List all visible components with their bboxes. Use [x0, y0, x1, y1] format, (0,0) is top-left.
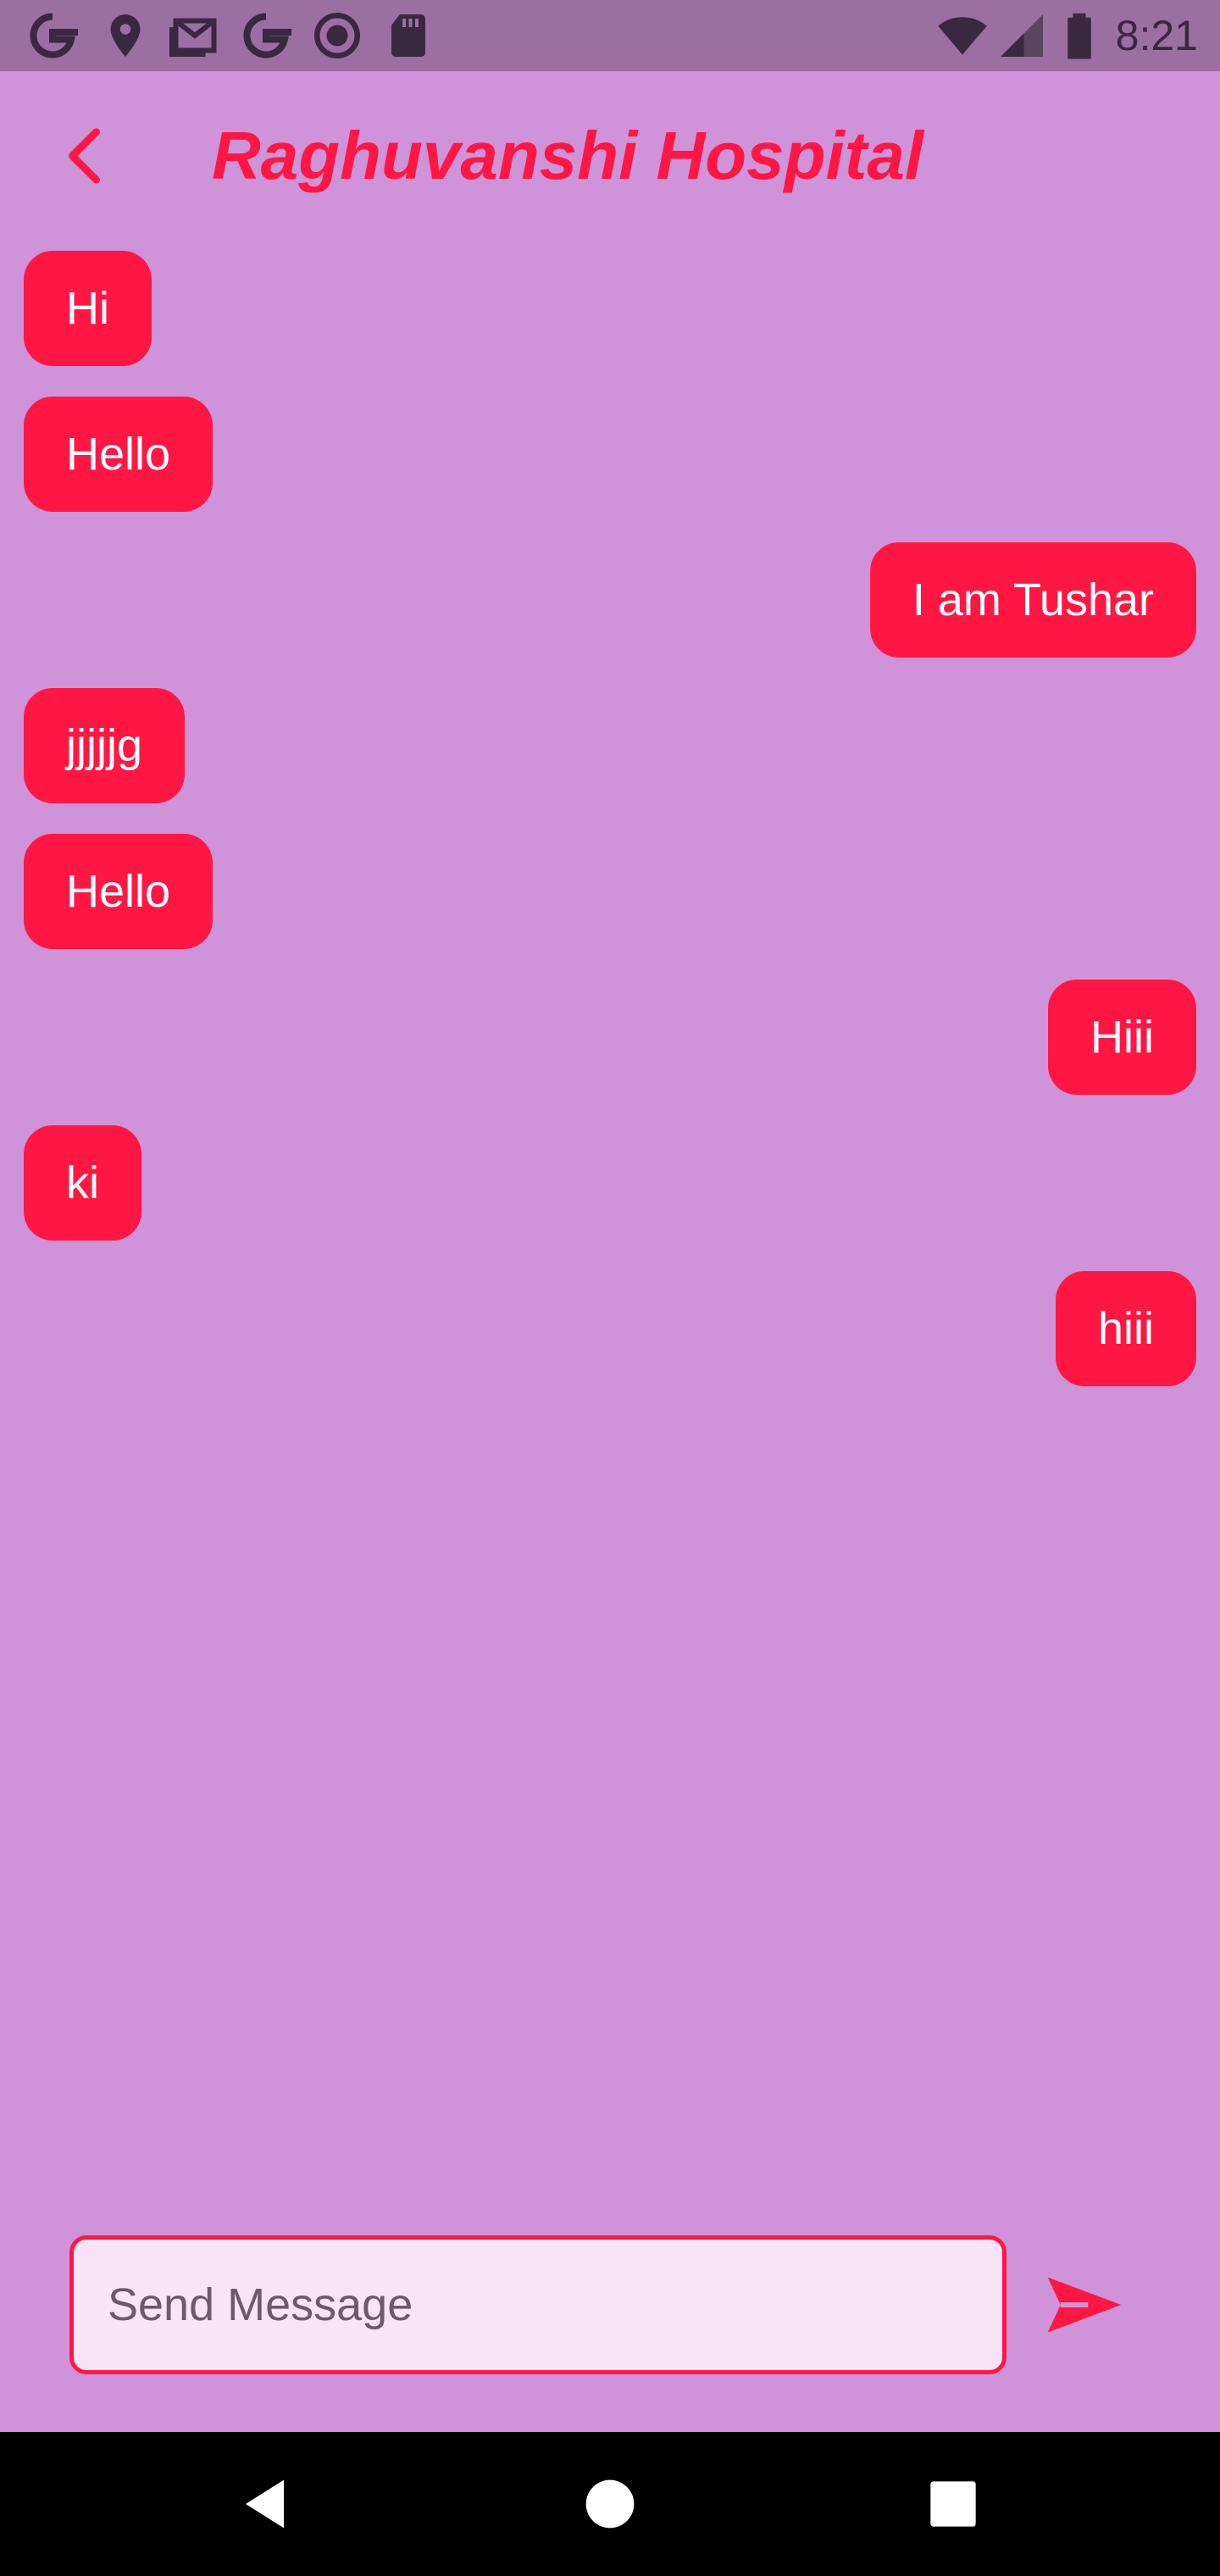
message-list[interactable]: Hi Hello I am Tushar jjjjjg Hello Hiii ki hiii: [0, 251, 1220, 1417]
message-row-sent: hiii: [0, 1271, 1220, 1386]
google-icon: [27, 10, 78, 61]
message-bubble[interactable]: Hiii: [1048, 980, 1196, 1095]
sd-card-icon: [383, 10, 434, 61]
message-row-sent: I am Tushar: [0, 542, 1220, 658]
battery-icon: [1054, 10, 1105, 61]
message-row-received: jjjjjg: [0, 688, 1220, 803]
message-bubble[interactable]: ki: [24, 1125, 141, 1241]
message-row-received: Hello: [0, 397, 1220, 512]
send-icon: [1047, 2277, 1122, 2333]
back-arrow-icon: [69, 128, 100, 184]
navigation-bar: [0, 2432, 1220, 2576]
status-time: 8:21: [1115, 12, 1198, 59]
app-bar: Raghuvanshi Hospital: [0, 71, 1220, 241]
back-button[interactable]: [53, 122, 120, 190]
message-row-received: ki: [0, 1125, 1220, 1241]
message-bubble[interactable]: Hello: [24, 397, 214, 512]
back-triangle-icon: [246, 2479, 284, 2529]
message-bubble[interactable]: jjjjjg: [24, 688, 186, 803]
record-icon: [312, 10, 363, 61]
message-bubble[interactable]: I am Tushar: [869, 542, 1196, 658]
nav-home-button[interactable]: [576, 2470, 644, 2538]
message-row-received: Hello: [0, 834, 1220, 949]
recents-square-icon: [930, 2481, 976, 2527]
message-bubble[interactable]: Hi: [24, 251, 152, 366]
home-circle-icon: [585, 2479, 635, 2529]
wifi-icon: [937, 10, 988, 61]
message-input[interactable]: [69, 2235, 1006, 2374]
gmail-icon: [169, 10, 220, 61]
page-title: Raghuvanshi Hospital: [212, 118, 924, 193]
message-bubble[interactable]: hiii: [1055, 1271, 1196, 1386]
message-row-sent: Hiii: [0, 980, 1220, 1095]
nav-back-button[interactable]: [233, 2470, 301, 2538]
location-icon: [100, 10, 151, 61]
signal-icon: [996, 10, 1047, 61]
status-bar: 8:21: [0, 0, 1220, 71]
message-row-received: Hi: [0, 251, 1220, 366]
nav-recents-button[interactable]: [919, 2470, 987, 2538]
message-bubble[interactable]: Hello: [24, 834, 214, 949]
google-icon: [241, 10, 291, 61]
composer: [0, 2220, 1220, 2432]
send-button[interactable]: [1040, 2261, 1128, 2349]
